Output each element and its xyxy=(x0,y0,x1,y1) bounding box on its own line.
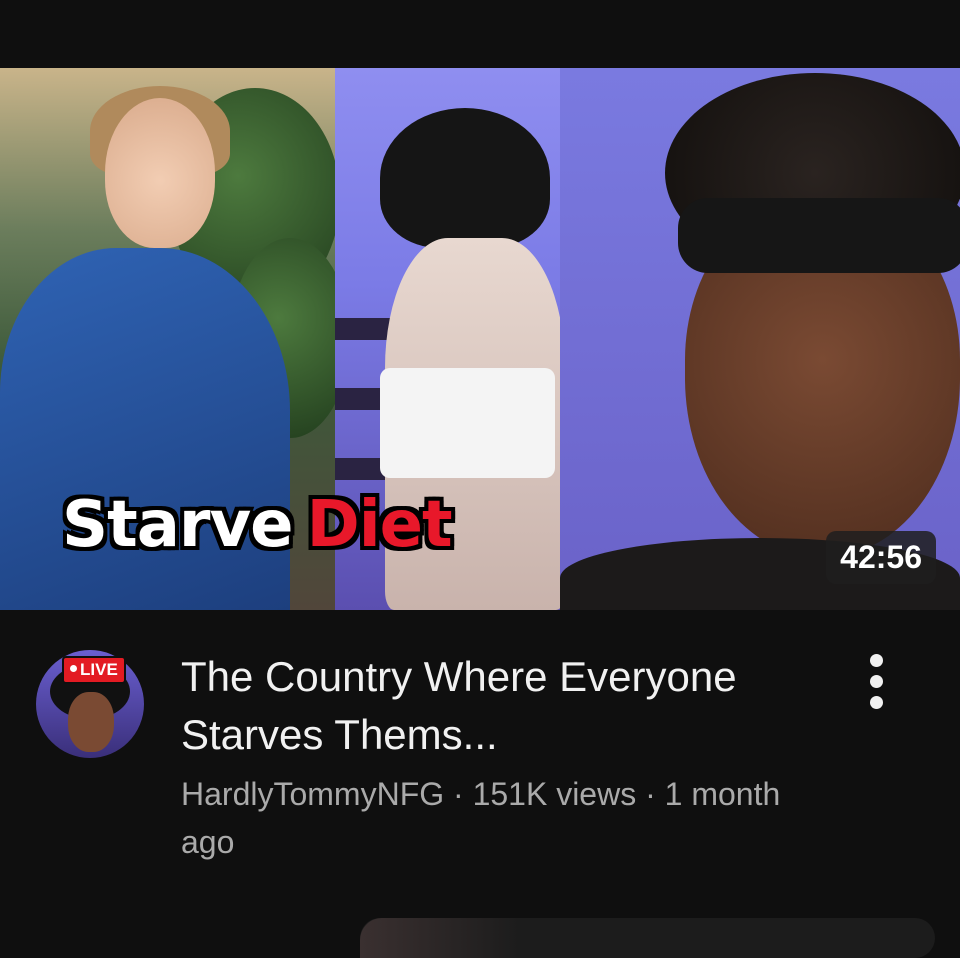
kebab-dot xyxy=(869,654,883,667)
channel-name[interactable]: HardlyTommyNFG xyxy=(181,776,444,812)
live-dot-icon xyxy=(70,665,77,673)
thumbnail-overlay-text: Starve Diet xyxy=(62,488,453,562)
video-metadata-line: HardlyTommyNFG · 151K views · 1 month ag… xyxy=(181,770,821,866)
view-count: 151K views xyxy=(472,776,637,812)
separator: · xyxy=(645,776,656,812)
video-meta: LIVE The Country Where Everyone Starves … xyxy=(0,610,960,910)
girl-face xyxy=(105,98,215,248)
next-video-thumbnail-peek[interactable] xyxy=(360,918,935,958)
live-badge-label: LIVE xyxy=(80,660,118,679)
separator: · xyxy=(453,776,464,812)
kebab-dot xyxy=(869,696,883,709)
duration-badge: 42:56 xyxy=(826,531,936,584)
overlay-word-diet: Diet xyxy=(306,488,453,562)
headband xyxy=(678,198,960,273)
video-title[interactable]: The Country Where Everyone Starves Thems… xyxy=(181,648,821,764)
overlay-word-starve: Starve xyxy=(62,488,294,562)
thumbnail-right-panel xyxy=(560,68,960,610)
dancer-top xyxy=(380,368,555,478)
dancer-hair xyxy=(380,108,550,248)
avatar-face xyxy=(68,692,114,752)
more-vert-icon[interactable] xyxy=(858,654,894,718)
video-thumbnail[interactable]: Starve Diet 42:56 xyxy=(0,68,960,610)
next-thumb-tint xyxy=(360,918,520,958)
kebab-dot xyxy=(869,675,883,688)
live-badge: LIVE xyxy=(62,656,126,684)
